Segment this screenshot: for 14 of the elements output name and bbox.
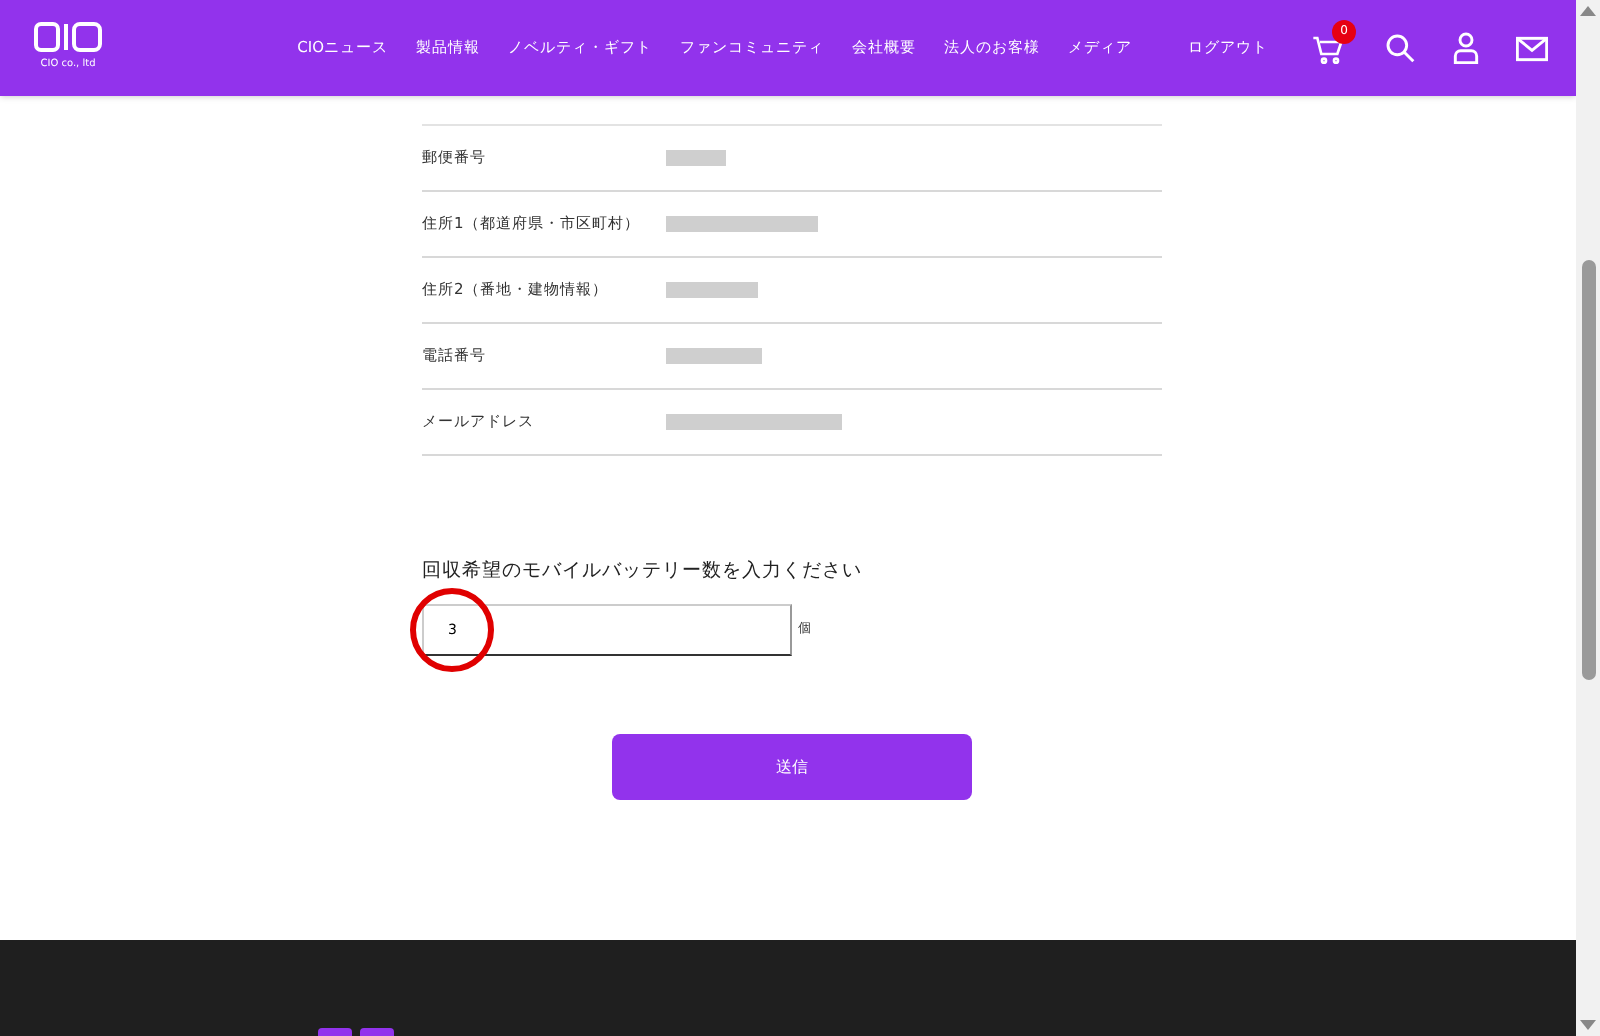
- logo-icon[interactable]: [34, 22, 102, 53]
- scroll-down-icon[interactable]: [1580, 1020, 1596, 1030]
- footer-logo-icon: [318, 1028, 394, 1036]
- search-icon[interactable]: [1384, 32, 1416, 64]
- scroll-up-icon[interactable]: [1580, 6, 1596, 16]
- blurred-value: [666, 282, 758, 298]
- scrollbar-thumb[interactable]: [1581, 260, 1595, 680]
- quantity-question: 回収希望のモバイルバッテリー数を入力ください: [422, 558, 864, 586]
- cart-icon[interactable]: [1312, 34, 1344, 66]
- user-icon[interactable]: [1452, 32, 1480, 64]
- submit-button[interactable]: 送信: [612, 734, 972, 801]
- mail-icon[interactable]: [1516, 35, 1548, 61]
- blurred-value: [666, 348, 762, 364]
- blurred-value: [666, 150, 726, 166]
